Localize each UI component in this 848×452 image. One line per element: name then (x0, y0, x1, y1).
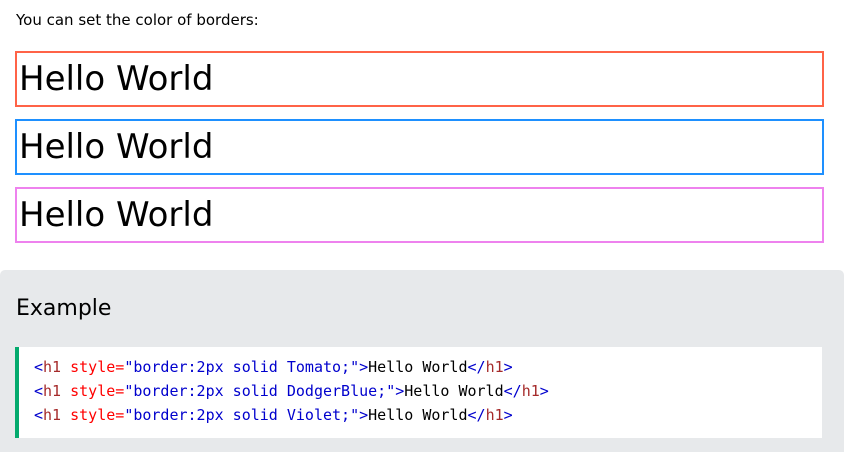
intro-text: You can set the color of borders: (16, 11, 259, 29)
code-block: <h1 style="border:2px solid Tomato;">Hel… (15, 347, 822, 438)
code-tag-open: < (34, 358, 44, 376)
code-line: <h1 style="border:2px solid Violet;">Hel… (34, 403, 822, 427)
code-tag-name: h1 (43, 406, 62, 424)
code-end-tag: h1 (521, 382, 540, 400)
code-tag-close: > (395, 382, 405, 400)
code-attr: style= (61, 382, 125, 400)
code-text: Hello World (368, 358, 468, 376)
code-text: Hello World (368, 406, 468, 424)
code-attr-value: "border:2px solid Tomato;" (124, 358, 360, 376)
code-attr: style= (61, 406, 125, 424)
code-end-open: </ (467, 406, 486, 424)
code-line: <h1 style="border:2px solid Tomato;">Hel… (34, 355, 822, 379)
code-end-close: > (503, 358, 513, 376)
code-end-tag: h1 (485, 358, 504, 376)
code-end-tag: h1 (485, 406, 504, 424)
code-attr-value: "border:2px solid DodgerBlue;" (124, 382, 396, 400)
code-tag-open: < (34, 406, 44, 424)
code-line: <h1 style="border:2px solid DodgerBlue;"… (34, 379, 822, 403)
demo-heading-tomato: Hello World (15, 51, 824, 107)
code-end-open: </ (467, 358, 486, 376)
example-panel: Example <h1 style="border:2px solid Toma… (0, 270, 844, 452)
demo-heading-dodgerblue: Hello World (15, 119, 824, 175)
code-tag-name: h1 (43, 358, 62, 376)
code-tag-close: > (359, 406, 369, 424)
code-attr-value: "border:2px solid Violet;" (124, 406, 360, 424)
example-title: Example (16, 296, 112, 321)
code-attr: style= (61, 358, 125, 376)
code-end-close: > (503, 406, 513, 424)
code-text: Hello World (404, 382, 504, 400)
code-tag-open: < (34, 382, 44, 400)
code-tag-name: h1 (43, 382, 62, 400)
code-end-close: > (539, 382, 549, 400)
code-end-open: </ (503, 382, 522, 400)
code-tag-close: > (359, 358, 369, 376)
demo-heading-violet: Hello World (15, 187, 824, 243)
